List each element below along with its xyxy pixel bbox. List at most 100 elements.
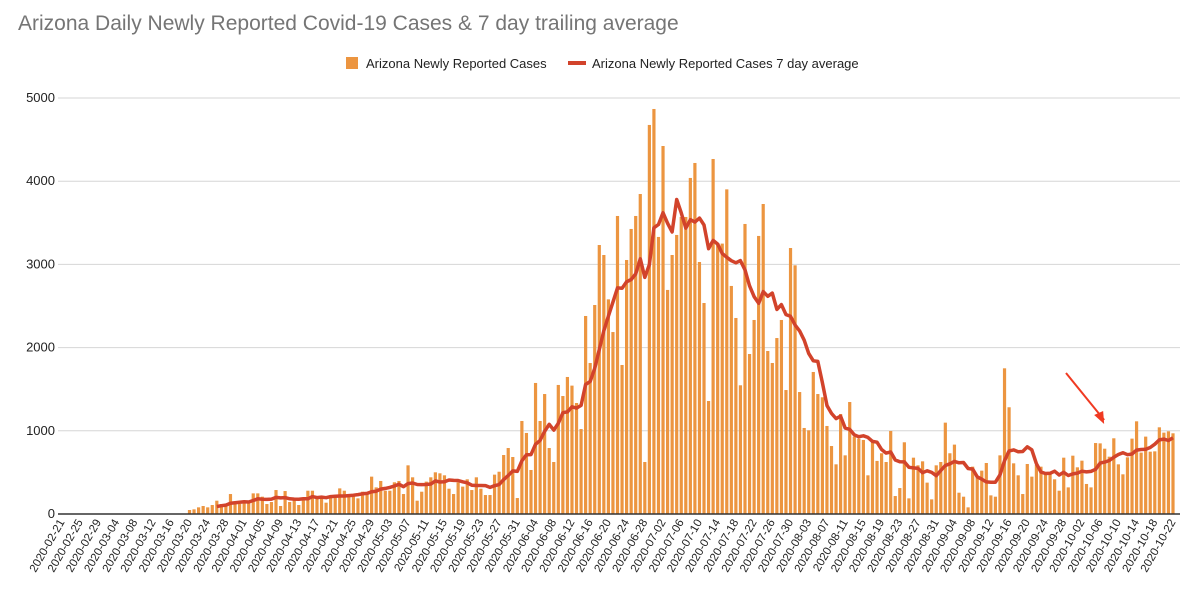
- bar: [456, 482, 460, 514]
- bar: [679, 216, 683, 514]
- bar: [702, 303, 706, 514]
- bar: [288, 502, 292, 514]
- bar: [875, 460, 879, 514]
- bar: [451, 494, 456, 514]
- bar: [779, 319, 784, 514]
- bar: [315, 498, 319, 514]
- bar: [274, 490, 278, 514]
- legend-swatch-bars: [346, 57, 358, 69]
- bar: [506, 448, 510, 514]
- bar: [807, 430, 811, 514]
- bar: [529, 469, 533, 514]
- bar: [766, 351, 770, 514]
- arrow-head: [1094, 411, 1105, 424]
- bar: [1103, 448, 1107, 514]
- bar: [884, 462, 888, 514]
- bar: [415, 500, 419, 514]
- bar: [820, 397, 824, 514]
- bar: [515, 498, 519, 514]
- bar: [247, 502, 251, 514]
- bar: [975, 475, 979, 514]
- bar: [524, 432, 529, 514]
- bar: [333, 496, 337, 514]
- bar: [793, 265, 797, 514]
- bar: [1107, 456, 1111, 514]
- bar: [1162, 432, 1166, 514]
- bar: [1071, 455, 1075, 514]
- bar: [556, 384, 560, 514]
- bar: [269, 502, 274, 514]
- bar: [984, 462, 988, 514]
- chart: Arizona Daily Newly Reported Covid-19 Ca…: [18, 12, 1180, 574]
- bar: [497, 471, 501, 514]
- arrow-shaft: [1065, 372, 1105, 421]
- bar: [297, 505, 301, 514]
- bar: [1130, 438, 1134, 514]
- bar: [265, 504, 269, 514]
- bar: [825, 425, 829, 514]
- y-tick-label: 1000: [26, 423, 55, 438]
- bar: [565, 376, 570, 514]
- bar: [857, 438, 861, 514]
- bar: [579, 429, 583, 514]
- bar: [775, 338, 779, 514]
- y-tick-label: 0: [48, 506, 55, 521]
- bar: [1153, 451, 1157, 514]
- bar: [620, 364, 624, 514]
- bar: [379, 480, 383, 514]
- bar: [843, 455, 847, 514]
- bar: [351, 495, 356, 514]
- bar: [643, 462, 647, 514]
- chart-title: Arizona Daily Newly Reported Covid-19 Ca…: [18, 12, 679, 35]
- bar: [670, 254, 674, 514]
- bar: [684, 216, 688, 514]
- bar: [1116, 464, 1120, 514]
- bar: [761, 203, 765, 514]
- bar: [738, 385, 743, 514]
- bar: [734, 317, 738, 514]
- bar: [1030, 476, 1034, 514]
- bar: [1048, 473, 1052, 514]
- bar: [661, 146, 665, 514]
- bar: [365, 493, 369, 514]
- bar: [834, 464, 838, 514]
- bar: [1089, 487, 1093, 514]
- bar: [251, 493, 255, 514]
- bar: [693, 162, 697, 515]
- bar: [1121, 474, 1125, 514]
- bar: [383, 490, 387, 514]
- bar: [652, 108, 656, 515]
- bar: [784, 390, 788, 514]
- bar: [706, 401, 711, 514]
- bar: [697, 261, 702, 514]
- bar: [870, 441, 875, 514]
- bar: [347, 496, 351, 514]
- bar: [602, 254, 606, 514]
- bar: [752, 319, 756, 514]
- bar: [615, 215, 620, 514]
- bar: [206, 507, 210, 514]
- bar: [552, 462, 556, 514]
- bar: [196, 507, 201, 514]
- bar: [474, 477, 478, 514]
- bar: [438, 473, 442, 514]
- bar: [324, 502, 328, 514]
- bar: [1171, 433, 1175, 514]
- bar: [1034, 464, 1039, 514]
- bar: [420, 491, 424, 514]
- bar: [447, 488, 451, 514]
- bar: [256, 493, 260, 514]
- y-tick-label: 3000: [26, 256, 55, 271]
- bar: [1084, 483, 1089, 514]
- bar: [811, 371, 815, 514]
- bar: [688, 177, 692, 514]
- bar: [319, 498, 324, 514]
- bar: [461, 486, 465, 514]
- bar: [370, 476, 374, 514]
- bar: [720, 243, 724, 514]
- bar: [716, 243, 720, 515]
- bar: [543, 394, 547, 514]
- bar: [1098, 443, 1102, 514]
- x-axis-ticks: 2020-02-212020-02-252020-02-292020-03-04…: [28, 517, 1179, 574]
- bar: [647, 124, 651, 515]
